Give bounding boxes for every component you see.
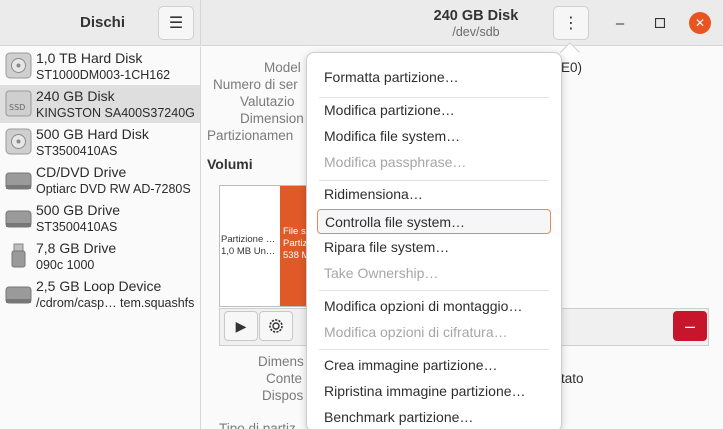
mount-button[interactable]: ▶ xyxy=(224,311,258,341)
device-model: KINGSTON SA400S37240G xyxy=(36,106,195,120)
device-name: 240 GB Disk xyxy=(36,88,115,104)
minimize-icon: ‒ xyxy=(615,14,625,32)
menu-item-mount-options[interactable]: Modifica opzioni di montaggio… xyxy=(317,294,551,319)
ssd-icon: SSD xyxy=(5,90,32,117)
menu-item-check-filesystem[interactable]: Controlla file system… xyxy=(317,209,551,234)
partition-settings-button[interactable] xyxy=(259,311,293,341)
device-name: 500 GB Hard Disk xyxy=(36,126,149,142)
device-model: ST3500410AS xyxy=(36,220,118,234)
menu-separator xyxy=(319,290,549,291)
device-model: Optiarc DVD RW AD-7280S xyxy=(36,182,191,196)
volumes-heading: Volumi xyxy=(207,156,253,172)
hdd-icon xyxy=(5,128,32,155)
device-item[interactable]: 500 GB Hard Disk ST3500410AS xyxy=(0,123,200,161)
app-title: Dischi xyxy=(80,14,126,31)
model-label: Model xyxy=(264,60,301,75)
menu-item-resize[interactable]: Ridimensiona… xyxy=(317,182,551,207)
menu-item-edit-partition[interactable]: Modifica partizione… xyxy=(317,98,551,123)
device-name: 1,0 TB Hard Disk xyxy=(36,50,143,66)
device-model: 090c 1000 xyxy=(36,258,95,272)
menu-item-restore-image[interactable]: Ripristina immagine partizione… xyxy=(317,379,551,404)
size-label: Dimension xyxy=(240,111,304,126)
contents-value: tato xyxy=(561,371,584,386)
usb-icon xyxy=(11,243,26,268)
hdd-icon xyxy=(5,52,32,79)
device-item[interactable]: 500 GB Drive ST3500410AS xyxy=(0,199,200,237)
device-item[interactable]: 7,8 GB Drive 090c 1000 xyxy=(0,237,200,275)
menu-item-create-image[interactable]: Crea immagine partizione… xyxy=(317,353,551,378)
disk-menu-button[interactable]: ⋮ xyxy=(553,6,589,40)
partition-block[interactable]: Partizione … 1,0 MB Un… xyxy=(220,186,280,306)
contents-label: Conte xyxy=(266,371,303,386)
partition-name: Partizione … xyxy=(221,234,276,245)
menu-separator xyxy=(319,180,549,181)
device-label: Dispos xyxy=(262,388,304,403)
drive-icon xyxy=(5,210,32,228)
app-menu-button[interactable]: ☰ xyxy=(158,6,194,40)
content-header: 240 GB Disk /dev/sdb ⋮ ‒ ✕ xyxy=(201,0,723,46)
menu-item-edit-filesystem[interactable]: Modifica file system… xyxy=(317,124,551,149)
menu-item-format[interactable]: Formatta partizione… xyxy=(317,65,551,90)
device-item-selected[interactable]: SSD 240 GB Disk KINGSTON SA400S37240G xyxy=(0,85,200,123)
minus-icon: – xyxy=(684,315,695,336)
minimize-button[interactable]: ‒ xyxy=(609,12,631,34)
close-button[interactable]: ✕ xyxy=(689,12,711,34)
model-value: E0) xyxy=(561,60,583,75)
delete-partition-button[interactable]: – xyxy=(673,311,707,341)
menu-item-repair-filesystem[interactable]: Ripara file system… xyxy=(317,235,551,260)
svg-text:SSD: SSD xyxy=(9,103,25,112)
device-item[interactable]: CD/DVD Drive Optiarc DVD RW AD-7280S xyxy=(0,161,200,199)
partition-info: 1,0 MB Un… xyxy=(221,246,276,257)
device-name: 500 GB Drive xyxy=(36,202,121,218)
device-name: 7,8 GB Drive xyxy=(36,240,117,256)
volume-map: Partizione … 1,0 MB Un… File s Partiz 53… xyxy=(219,185,310,307)
partitioning-label: Partizionamen xyxy=(207,128,294,143)
hamburger-icon: ☰ xyxy=(168,15,184,32)
close-icon: ✕ xyxy=(694,16,706,30)
maximize-button[interactable] xyxy=(649,12,671,34)
menu-separator xyxy=(319,349,549,350)
menu-item-encryption-options: Modifica opzioni di cifratura… xyxy=(324,324,508,340)
size-label-lower: Dimens xyxy=(258,354,304,369)
maximize-icon xyxy=(655,18,665,28)
drive-icon xyxy=(5,286,32,304)
partition-type-label: Tipo di partiz xyxy=(219,421,296,429)
device-model: ST3500410AS xyxy=(36,144,118,158)
gear-icon xyxy=(269,319,283,333)
device-name: 2,5 GB Loop Device xyxy=(36,278,162,294)
assessment-label: Valutazio xyxy=(240,94,295,109)
window-subtitle: /dev/sdb xyxy=(452,25,500,39)
device-model: ST1000DM003-1CH162 xyxy=(36,68,171,82)
window-title: 240 GB Disk xyxy=(433,8,519,24)
optical-drive-icon xyxy=(5,172,32,190)
sidebar-header: Dischi ☰ xyxy=(0,0,201,46)
partition-menu: Formatta partizione… Modifica partizione… xyxy=(306,52,562,429)
menu-item-benchmark[interactable]: Benchmark partizione… xyxy=(317,405,551,429)
device-model: /cdrom/casp… tem.squashfs xyxy=(36,296,195,310)
menu-item-edit-passphrase: Modifica passphrase… xyxy=(324,154,467,170)
serial-label: Numero di ser xyxy=(213,77,298,92)
device-item[interactable]: 2,5 GB Loop Device /cdrom/casp… tem.squa… xyxy=(0,275,200,313)
play-icon: ▶ xyxy=(235,317,247,334)
device-name: CD/DVD Drive xyxy=(36,164,127,180)
menu-item-take-ownership: Take Ownership… xyxy=(324,265,439,281)
device-list: 1,0 TB Hard Disk ST1000DM003-1CH162 SSD … xyxy=(0,47,201,429)
kebab-menu-icon: ⋮ xyxy=(563,15,579,32)
device-item[interactable]: 1,0 TB Hard Disk ST1000DM003-1CH162 xyxy=(0,47,200,85)
